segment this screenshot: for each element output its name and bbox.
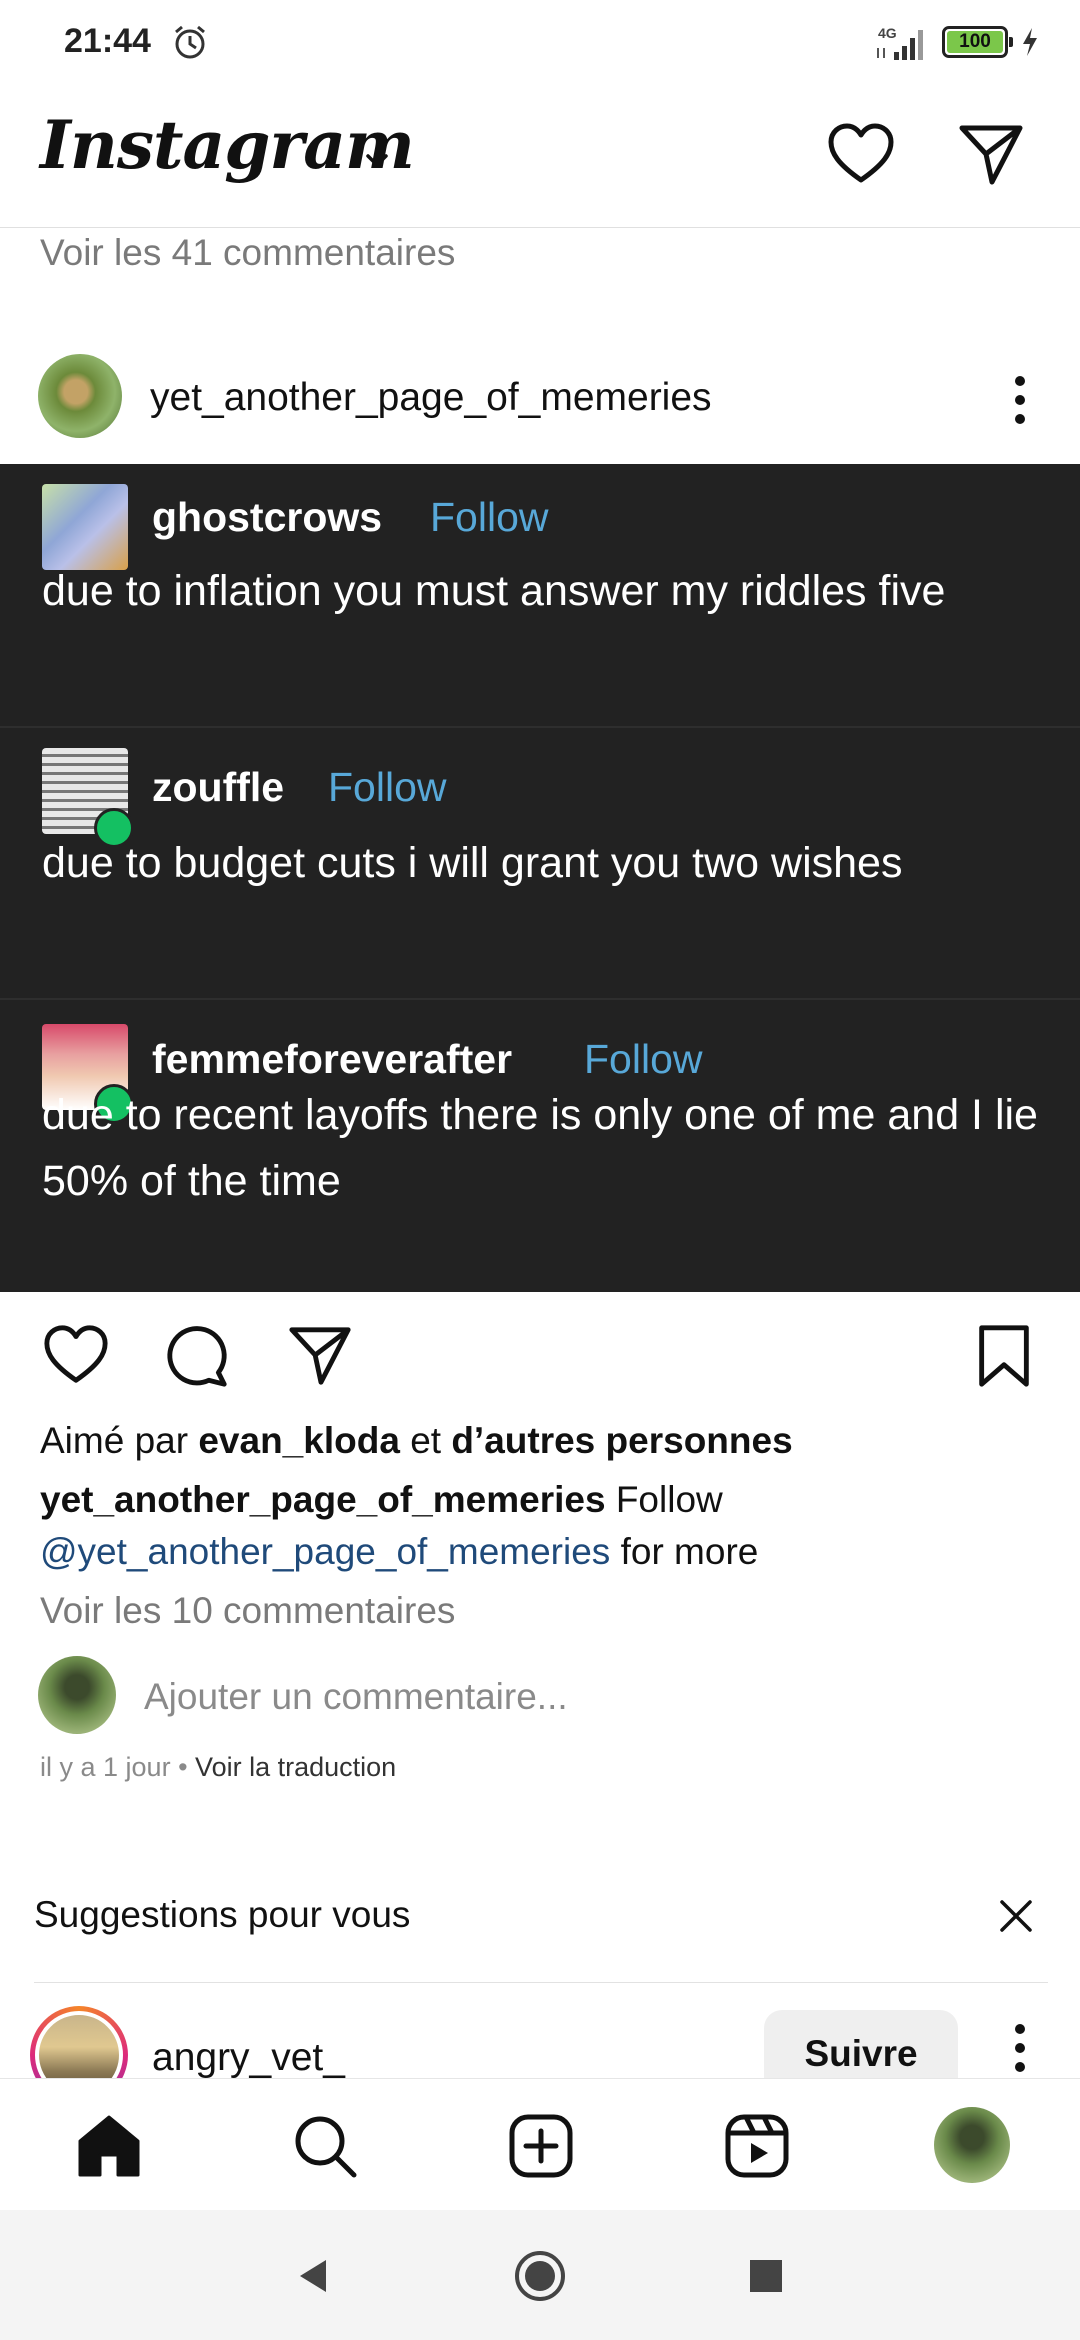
comment-icon[interactable] (164, 1322, 232, 1390)
send-icon[interactable] (956, 120, 1026, 190)
share-icon[interactable] (286, 1322, 354, 1390)
add-comment-input[interactable]: Ajouter un commentaire... (144, 1676, 568, 1718)
like-icon[interactable] (42, 1322, 110, 1390)
bottom-nav (0, 2078, 1080, 2210)
tumblr-post: zouffle Follow due to budget cuts i will… (0, 728, 1080, 1000)
suggestions-title: Suggestions pour vous (34, 1894, 411, 1935)
likes-middle: et (410, 1420, 442, 1461)
tumblr-post-text: due to recent layoffs there is only one … (42, 1091, 1038, 1205)
tumblr-username: femmeforeverafter (152, 1036, 513, 1082)
separator: • (178, 1752, 188, 1782)
signal-icon: 4G (872, 22, 930, 62)
caption-mention[interactable]: @yet_another_page_of_memeries (40, 1531, 610, 1572)
suggestion-item: angry_vet_ Suivre (0, 2006, 1080, 2078)
instagram-logo[interactable]: Instagram (40, 106, 415, 184)
status-time: 21:44 (64, 22, 151, 60)
more-options-icon[interactable] (1010, 2024, 1030, 2078)
reels-icon[interactable] (722, 2111, 792, 2181)
tumblr-follow-link: Follow (430, 494, 549, 540)
post-meta: il y a 1 jour • Voir la traduction (40, 1752, 396, 1783)
caption-text: Follow (615, 1479, 723, 1520)
more-options-icon[interactable] (1010, 376, 1030, 436)
tumblr-follow-link: Follow (584, 1036, 703, 1082)
avatar[interactable] (30, 2006, 128, 2078)
post-timestamp: il y a 1 jour (40, 1752, 171, 1782)
likes-prefix: Aimé par (40, 1420, 189, 1461)
post-username[interactable]: yet_another_page_of_memeries (150, 376, 712, 420)
suggestion-username[interactable]: angry_vet_ (152, 2036, 345, 2078)
likes-text: Aimé par evan_kloda et d’autres personne… (40, 1420, 793, 1462)
back-icon[interactable] (286, 2248, 342, 2304)
tumblr-follow-link: Follow (328, 764, 447, 810)
see-translation-link[interactable]: Voir la traduction (195, 1752, 396, 1782)
battery-icon: 100 (942, 26, 1013, 58)
likes-others-link[interactable]: d’autres personnes (451, 1420, 792, 1461)
home-circle-icon[interactable] (512, 2248, 568, 2304)
battery-level: 100 (947, 31, 1003, 53)
recents-icon[interactable] (738, 2248, 794, 2304)
post-actions (0, 1300, 1080, 1410)
system-nav-bar (0, 2210, 1080, 2340)
tumblr-username: zouffle (152, 764, 285, 810)
tumblr-post: ghostcrows Follow due to inflation you m… (0, 464, 1080, 728)
chevron-down-icon[interactable] (360, 144, 394, 178)
divider (34, 1982, 1048, 1983)
profile-avatar[interactable] (934, 2107, 1010, 2183)
caption-username[interactable]: yet_another_page_of_memeries (40, 1479, 606, 1520)
add-comment-row: Ajouter un commentaire... (0, 1654, 1080, 1734)
heart-icon[interactable] (826, 120, 896, 190)
post-image[interactable]: ghostcrows Follow due to inflation you m… (0, 464, 1080, 1292)
tumblr-post: femmeforeverafter Follow due to recent l… (0, 1000, 1080, 1292)
follow-button[interactable]: Suivre (764, 2010, 958, 2078)
charging-icon (1023, 28, 1037, 56)
alarm-icon (175, 25, 205, 59)
post-caption: yet_another_page_of_memeries Follow @yet… (40, 1474, 1040, 1578)
avatar[interactable] (38, 354, 122, 438)
app-header: Instagram (0, 84, 1080, 228)
post-header: yet_another_page_of_memeries (0, 346, 1080, 466)
close-icon[interactable] (994, 1894, 1038, 1938)
tumblr-username: ghostcrows (152, 494, 383, 540)
bookmark-icon[interactable] (970, 1322, 1038, 1390)
avatar (38, 1656, 116, 1734)
caption-text: for more (620, 1531, 759, 1572)
status-bar: 21:44 4G 100 (0, 0, 1080, 84)
view-comments-link[interactable]: Voir les 10 commentaires (40, 1590, 455, 1632)
tumblr-post-text: due to budget cuts i will grant you two … (42, 839, 903, 887)
home-icon[interactable] (74, 2111, 144, 2181)
tumblr-post-text: due to inflation you must answer my ridd… (42, 567, 946, 615)
view-comments-link[interactable]: Voir les 41 commentaires (40, 232, 455, 274)
search-icon[interactable] (290, 2111, 360, 2181)
liker-username[interactable]: evan_kloda (198, 1420, 400, 1461)
create-icon[interactable] (506, 2111, 576, 2181)
